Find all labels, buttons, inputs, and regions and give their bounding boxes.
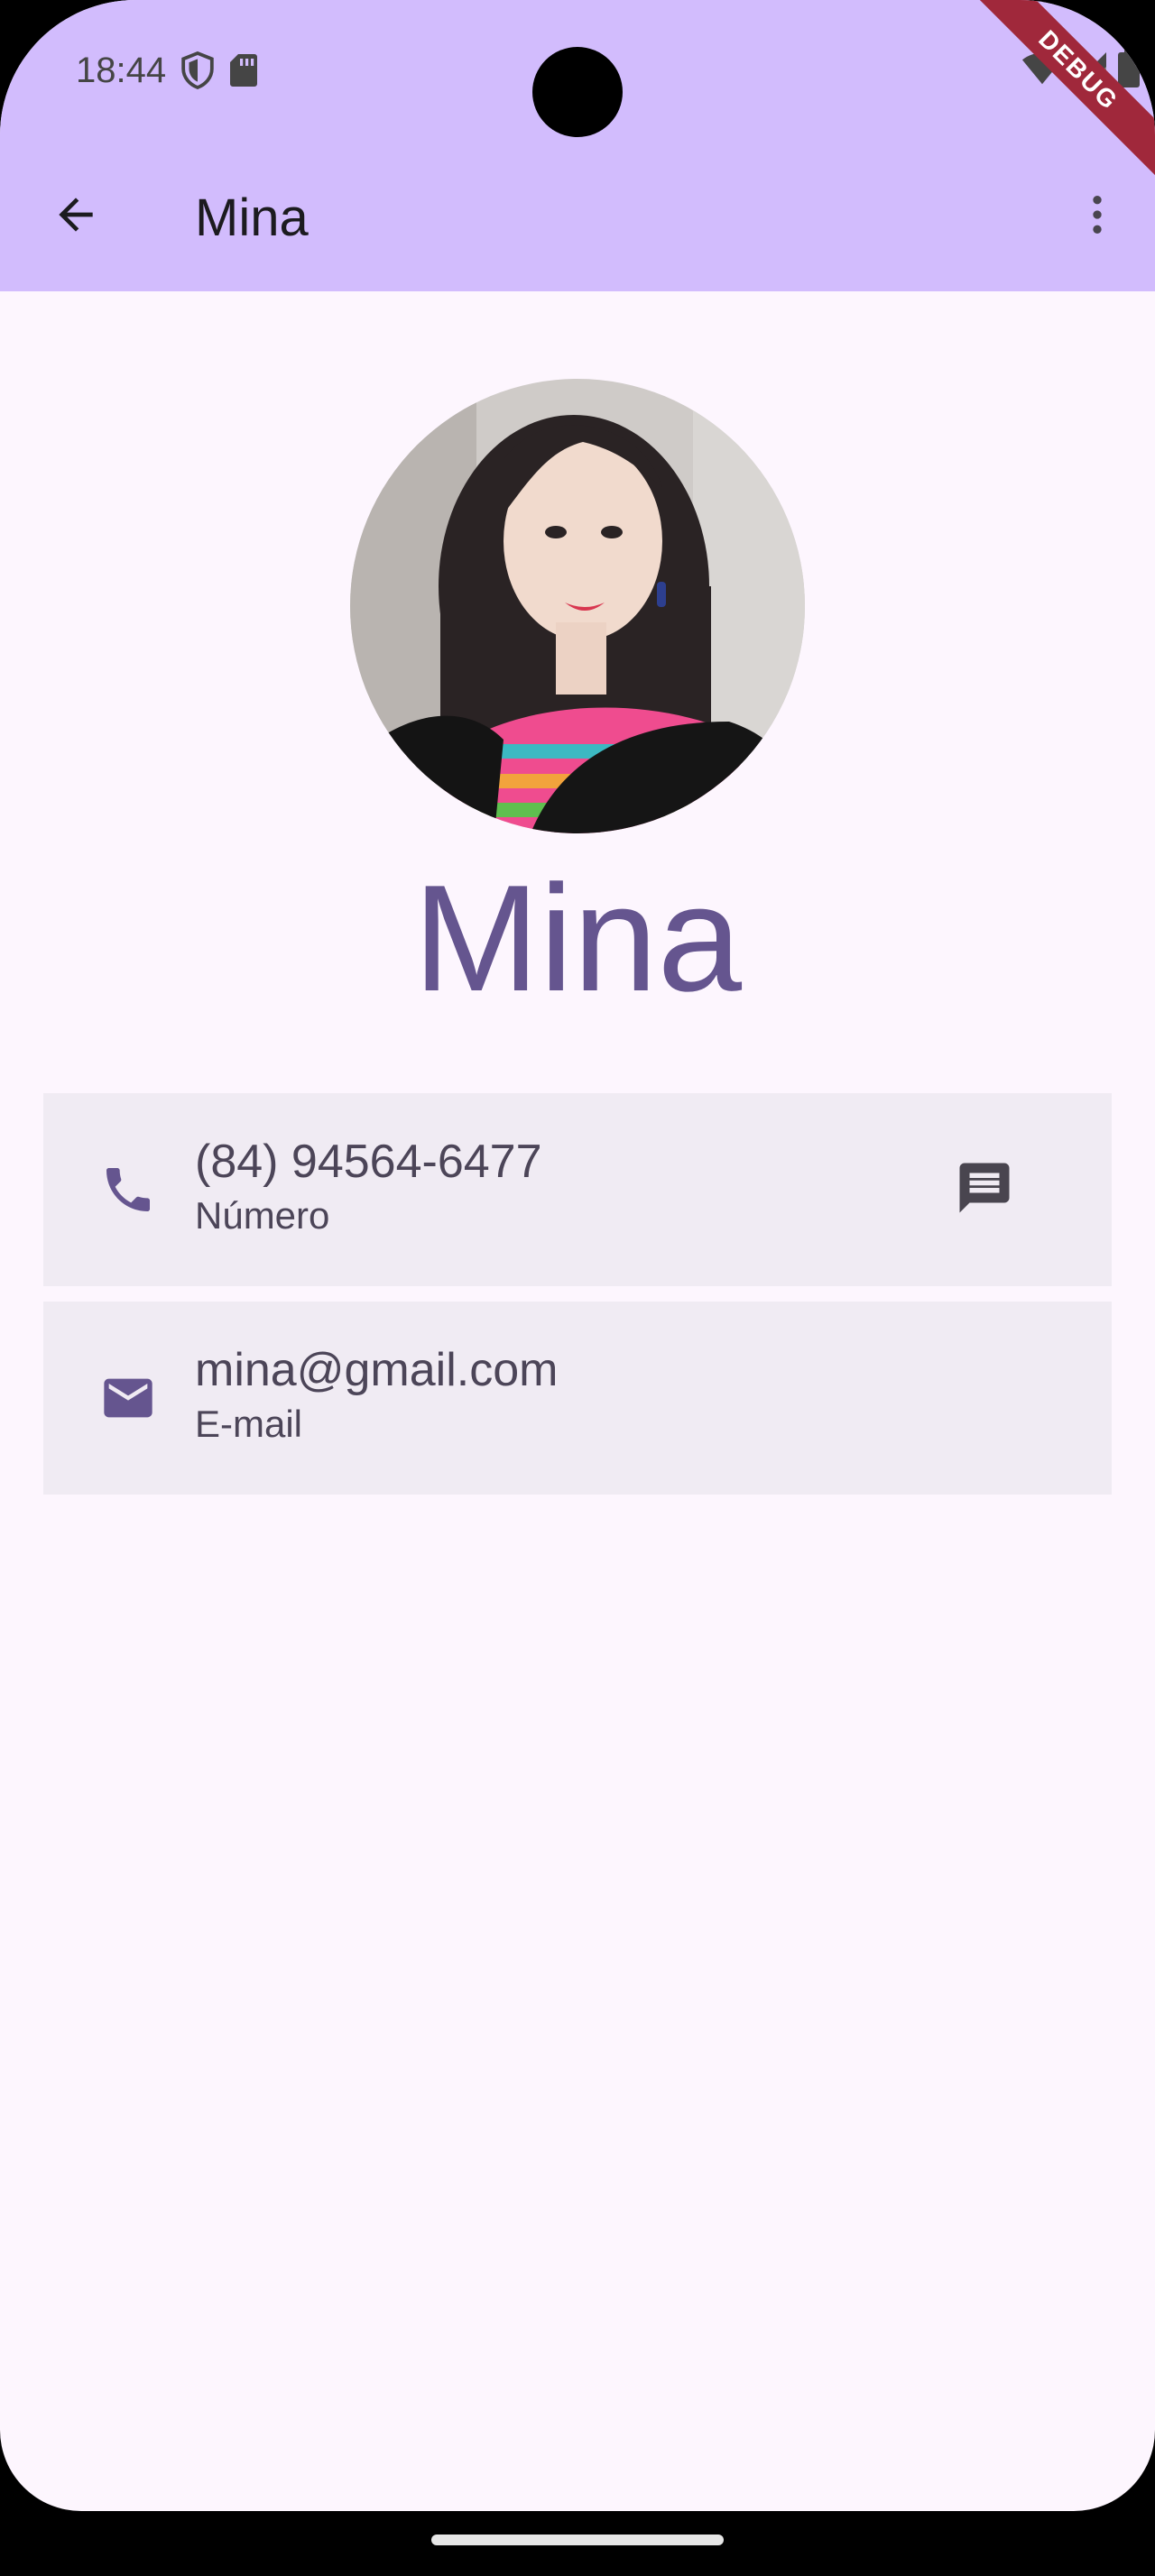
message-icon <box>955 1158 1014 1222</box>
phone-icon <box>90 1152 166 1228</box>
back-button[interactable] <box>40 180 112 253</box>
top-app-bar: 18:44 DEBUG Mina <box>0 0 1155 291</box>
more-options-button[interactable] <box>1061 180 1133 253</box>
phone-label: Número <box>195 1194 330 1237</box>
app-bar: Mina <box>0 171 1155 262</box>
phone-number: (84) 94564-6477 <box>195 1136 542 1188</box>
camera-cutout <box>532 47 623 137</box>
email-card[interactable]: mina@gmail.com E-mail <box>43 1302 1112 1495</box>
home-indicator[interactable] <box>431 2535 724 2545</box>
status-time: 18:44 <box>76 50 167 90</box>
send-message-button[interactable] <box>944 1149 1025 1230</box>
mail-icon <box>90 1360 166 1436</box>
status-bar-left: 18:44 <box>76 43 258 97</box>
screen: 18:44 DEBUG Mina Mina (84) 94564-6477 Nú… <box>0 0 1155 2511</box>
phone-card[interactable]: (84) 94564-6477 Número <box>43 1093 1112 1286</box>
shield-icon <box>180 51 215 89</box>
email-label: E-mail <box>195 1403 303 1445</box>
sd-card-icon <box>229 52 258 88</box>
page-title: Mina <box>195 189 309 247</box>
email-address: mina@gmail.com <box>195 1344 559 1396</box>
arrow-back-icon <box>51 189 101 244</box>
contact-photo <box>350 379 805 833</box>
more-vert-icon <box>1072 189 1123 244</box>
contact-name: Mina <box>412 853 743 1023</box>
